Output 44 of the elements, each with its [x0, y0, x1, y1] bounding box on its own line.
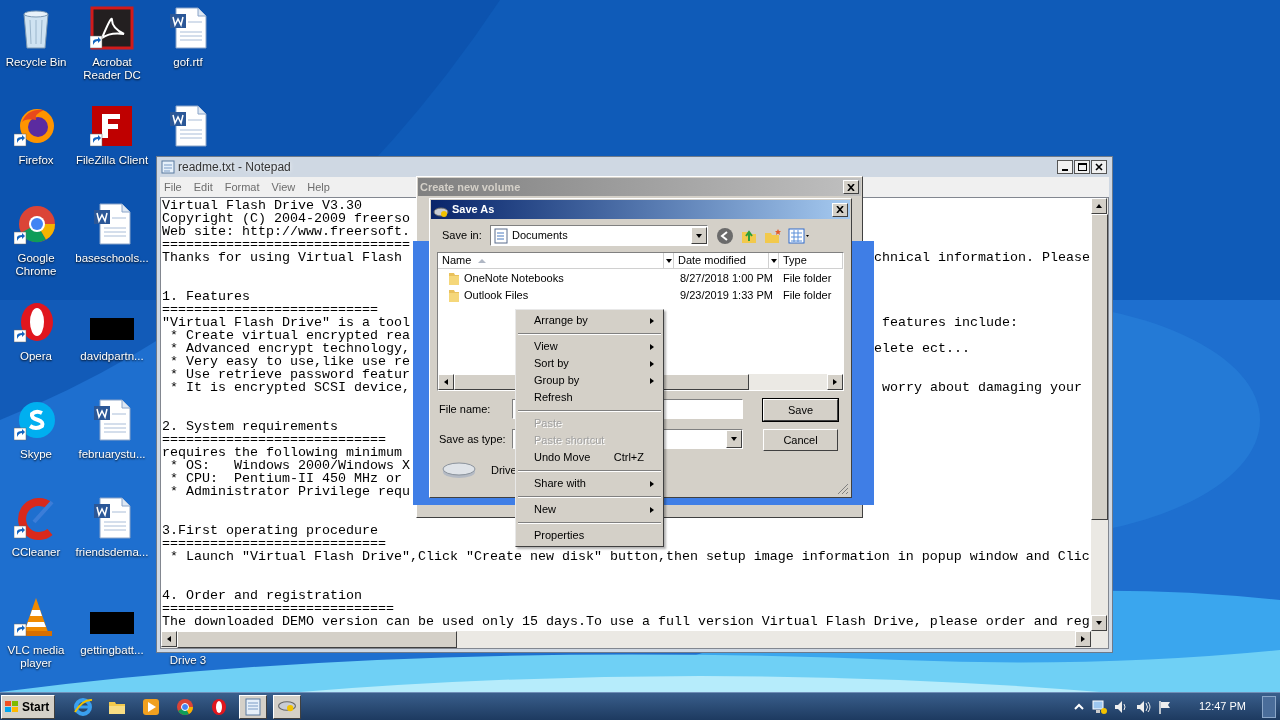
file-date: 9/23/2019 1:33 PM [679, 288, 774, 304]
text-line: requires the following minimum [162, 445, 402, 460]
dialog-title: Save As [452, 202, 495, 218]
file-name: Outlook Files [464, 288, 529, 304]
text-line: The downloaded DEMO version can be used only 15 days.To use a full version Virtual Flash Drive, please order and reg [162, 614, 1090, 629]
text-line: 4. Order and registration [162, 588, 362, 603]
file-type: File folder [782, 271, 832, 287]
clock: 12:47 PM [1198, 699, 1246, 715]
dialog-title: Create new volume [420, 179, 521, 195]
text-line: Web site: http://www.freersoft. [162, 224, 410, 239]
text-line: elete ect... [874, 342, 970, 355]
text-line: "Virtual Flash Drive" is a tool [162, 315, 410, 330]
text-line: ============================ [162, 432, 386, 447]
text-line: chnical information. Please [874, 251, 1090, 264]
drive-label: Drive [491, 462, 517, 478]
text-line: * Advanced encrypt technology, [169, 341, 410, 356]
text-line: 3.First operating procedure [162, 523, 378, 538]
text-line: 1. Features [162, 289, 250, 304]
text-line: =============================== [162, 237, 410, 252]
field-label: Save in: [442, 228, 483, 244]
text-line: Copyright (C) 2004-2009 freerso [162, 211, 410, 226]
text-line: =========================== [162, 302, 378, 317]
text-line: ============================= [162, 601, 394, 616]
text-line: * Use retrieve password featur [169, 367, 410, 382]
text-line: * CPU: Pentium-II 450 MHz or [169, 471, 402, 486]
text-line: Thanks for using Virtual Flash [162, 250, 402, 265]
file-name: OneNote Notebooks [464, 271, 564, 287]
field-label: Save as type: [439, 431, 507, 447]
file-date: 8/27/2018 1:00 PM [679, 271, 774, 287]
window-title: readme.txt - Notepad [178, 159, 291, 176]
text-line: * Create virtual encrypted rea [169, 328, 410, 343]
text-line: worry about damaging your [881, 381, 1082, 394]
file-type: File folder [782, 288, 832, 304]
field-label: File name: [439, 401, 492, 417]
text-line: features include: [881, 316, 1018, 329]
shortcut-text: Ctrl+Z [613, 450, 644, 466]
text-line: * It is encrypted SCSI device, [169, 380, 410, 395]
text-line: * OS: Windows 2000/Windows X [170, 458, 410, 473]
text-line: ============================ [162, 536, 386, 551]
text-line: * Very easy to use,like use re [169, 354, 410, 369]
text-line: * Administrator Privilege requ [169, 484, 410, 499]
text-line: Virtual Flash Drive V3.30 [162, 198, 362, 213]
text-line: 2. System requirements [162, 419, 338, 434]
text-line: * Launch "Virtual Flash Drive",Click "Create new disk" button,then setup image information in popup window and Clic [169, 549, 1090, 564]
